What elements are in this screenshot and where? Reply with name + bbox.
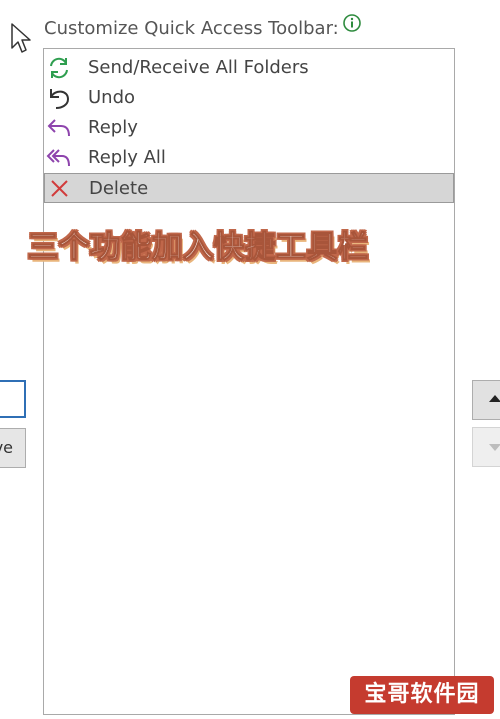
left-focused-button[interactable] <box>0 380 26 418</box>
move-up-button[interactable] <box>472 380 500 420</box>
caption-overlay: 三个功能加入快捷工具栏 <box>28 230 369 266</box>
toolbar-commands-list[interactable]: Send/Receive All Folders Undo Reply Repl… <box>43 48 455 715</box>
list-item-send-receive[interactable]: Send/Receive All Folders <box>44 53 454 83</box>
reply-icon <box>47 119 70 137</box>
list-item-label: Reply All <box>88 147 166 168</box>
remove-button[interactable]: ve <box>0 428 26 468</box>
arrow-up-icon <box>489 395 500 402</box>
move-down-button[interactable] <box>472 427 500 467</box>
info-icon[interactable] <box>343 14 361 32</box>
list-item-label: Delete <box>89 178 149 199</box>
reply-all-icon <box>46 149 70 167</box>
list-item-reply-all[interactable]: Reply All <box>44 143 454 173</box>
undo-icon <box>50 89 70 109</box>
list-item-label: Reply <box>88 117 138 138</box>
toolbar-label: Customize Quick Access Toolbar: <box>44 18 339 39</box>
site-watermark: 宝哥软件园 <box>350 676 494 714</box>
list-item-label: Undo <box>88 87 136 108</box>
list-item-undo[interactable]: Undo <box>44 83 454 113</box>
list-item-label: Send/Receive All Folders <box>88 57 309 78</box>
list-item-reply[interactable]: Reply <box>44 113 454 143</box>
send-receive-icon <box>50 57 68 79</box>
list-item-delete[interactable]: Delete <box>44 173 454 203</box>
delete-x-icon <box>51 180 68 197</box>
arrow-down-icon <box>489 444 500 451</box>
mouse-pointer-icon <box>11 23 31 53</box>
